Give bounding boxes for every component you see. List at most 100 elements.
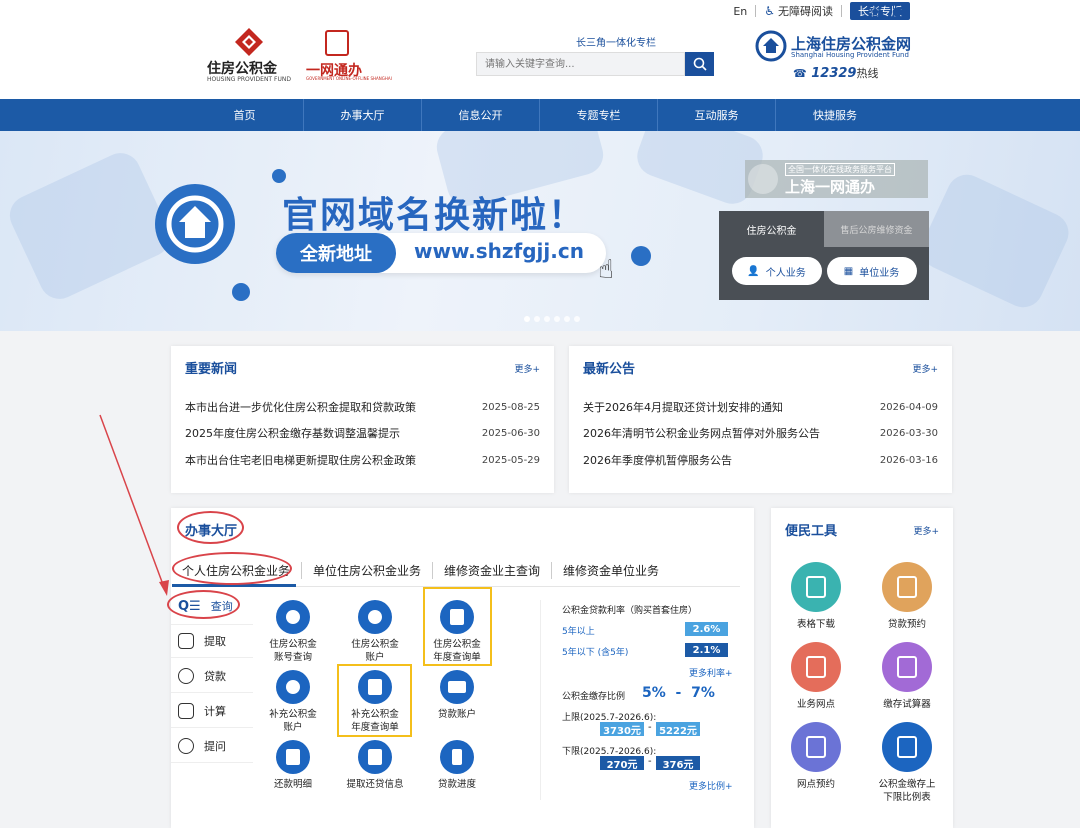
carousel-dots[interactable]	[524, 316, 580, 322]
unit-business-button[interactable]: ▦ 单位业务	[826, 257, 917, 285]
service-withdraw-repay-info[interactable]: 提取还贷信息	[335, 740, 415, 791]
person-icon: 👤	[747, 265, 760, 277]
service-repayment-detail[interactable]: 还款明细	[253, 740, 333, 791]
news-date: 2025-06-30	[481, 427, 540, 439]
delta-column-link[interactable]: 长三角一体化专栏	[576, 34, 656, 49]
calendar-icon	[791, 722, 841, 772]
carousel-dot[interactable]	[564, 316, 570, 322]
notice-item[interactable]: 2026年季度停机暂停服务公告 2026-03-16	[583, 450, 938, 470]
button-label: 单位业务	[859, 267, 900, 279]
banner-url: www.shzfgjj.cn	[414, 239, 584, 263]
main-nav: 首页 办事大厅 信息公开 专题专栏 互动服务 快捷服务	[0, 99, 1080, 131]
card-icon	[440, 670, 474, 704]
carousel-dot[interactable]	[574, 316, 580, 322]
house-calculator-icon	[882, 642, 932, 692]
lower-max-value: 376元	[656, 756, 700, 771]
one-net-logo[interactable]: 一网通办 GOVERNMENT ONLINE-OFFLINE SHANGHAI	[306, 28, 392, 81]
tab-maintenance-fund[interactable]: 售后公房维修资金	[824, 211, 929, 247]
side-label: 提取	[204, 635, 226, 648]
tool-loan-appointment[interactable]: 贷款预约	[867, 562, 947, 631]
one-net-emblem-icon	[325, 30, 349, 56]
tab-unit-maintenance[interactable]: 维修资金单位业务	[552, 562, 670, 579]
nav-interactive[interactable]: 互动服务	[658, 99, 776, 131]
tool-service-outlets[interactable]: 业务网点	[776, 642, 856, 711]
tab-unit-fund[interactable]: 单位住房公积金业务	[302, 561, 434, 579]
tab-housing-fund[interactable]: 住房公积金	[719, 211, 824, 247]
range-dash: -	[648, 756, 652, 767]
question-icon	[178, 737, 194, 754]
checklist-icon	[358, 740, 392, 774]
one-net-emblem-icon	[748, 164, 778, 194]
english-link[interactable]: En	[733, 5, 747, 18]
more-rates-link[interactable]: 更多利率+	[689, 666, 733, 679]
notice-item[interactable]: 2026年清明节公积金业务网点暂停对外服务公告 2026-03-30	[583, 423, 938, 443]
service-label: 住房公积金	[351, 639, 399, 650]
accessibility-link[interactable]: 无障碍阅读	[778, 3, 833, 19]
personal-business-button[interactable]: 👤 个人业务	[731, 257, 822, 285]
weibo-icon[interactable]: ◉	[870, 4, 880, 18]
service-loan-progress[interactable]: 贷款进度	[417, 740, 497, 791]
person-plus-icon	[276, 670, 310, 704]
nav-info-disclosure[interactable]: 信息公开	[422, 99, 540, 131]
ratio-value: 5% - 7%	[642, 685, 715, 701]
carousel-dot[interactable]	[544, 316, 550, 322]
wechat-icon[interactable]: ●	[892, 4, 902, 18]
side-item-withdraw[interactable]: 提取	[171, 624, 253, 658]
hero-banner[interactable]: 官网域名换新啦！ 全新地址 www.shzfgjj.cn ☝ 全国一体化在线政务…	[0, 131, 1080, 331]
more-ratios-link[interactable]: 更多比例+	[689, 779, 733, 792]
person-icon	[358, 600, 392, 634]
house-logo-icon	[155, 184, 235, 264]
news-item[interactable]: 本市出台进一步优化住房公积金提取和贷款政策 2025-08-25	[185, 397, 540, 417]
housing-fund-logo[interactable]: 住房公积金 HOUSING PROVIDENT FUND	[207, 28, 293, 84]
news-title: 重要新闻	[185, 362, 238, 377]
logo-subtitle: HOUSING PROVIDENT FUND	[207, 76, 291, 83]
annotation-oval	[167, 590, 240, 619]
news-item[interactable]: 2025年度住房公积金缴存基数调整温馨提示 2025-06-30	[185, 423, 540, 443]
site-header: En ♿ 无障碍阅读 长者专版 ◉ ● 住房公积金 HOUSING PROVID…	[0, 0, 1080, 99]
tool-deposit-calculator[interactable]: 缴存试算器	[867, 642, 947, 711]
tool-outlet-appointment[interactable]: 网点预约	[776, 722, 856, 791]
search-button[interactable]	[685, 52, 714, 76]
notice-date: 2026-03-30	[879, 427, 938, 439]
service-label: 账号查询	[273, 652, 312, 663]
carousel-dot[interactable]	[554, 316, 560, 322]
one-net-badge[interactable]: 全国一体化在线政务服务平台 上海一网通办	[745, 160, 928, 198]
search-input[interactable]	[476, 52, 685, 76]
news-item[interactable]: 本市出台住宅老旧电梯更新提取住房公积金政策 2025-05-29	[185, 450, 540, 470]
wheelchair-icon[interactable]: ♿	[764, 4, 775, 18]
service-label: 还款明细	[273, 779, 312, 790]
service-fund-account-query[interactable]: 住房公积金 账号查询	[253, 600, 333, 664]
rate-title: 公积金贷款利率（购买首套住房）	[562, 606, 698, 616]
nav-quick-services[interactable]: 快捷服务	[776, 99, 894, 131]
side-item-calculate[interactable]: 计算	[171, 694, 253, 728]
news-more-link[interactable]: 更多+	[514, 362, 540, 375]
nav-service-hall[interactable]: 办事大厅	[304, 99, 422, 131]
notice-item[interactable]: 关于2026年4月提取还贷计划安排的通知 2026-04-09	[583, 397, 938, 417]
decor-dot	[232, 283, 250, 301]
logo-subtitle: GOVERNMENT ONLINE-OFFLINE SHANGHAI	[306, 76, 392, 81]
top-utility-bar: En ♿ 无障碍阅读 长者专版	[733, 2, 910, 20]
service-fund-account[interactable]: 住房公积金 账户	[335, 600, 415, 664]
side-item-loan[interactable]: 贷款	[171, 659, 253, 693]
notice-more-link[interactable]: 更多+	[912, 362, 938, 375]
hotline-label: 热线	[856, 67, 879, 80]
tool-label: 缴存试算器	[883, 699, 931, 710]
tab-owner-query[interactable]: 维修资金业主查询	[433, 561, 553, 579]
tool-deposit-limit-table[interactable]: 公积金缴存上 下限比例表	[867, 722, 947, 804]
nav-home[interactable]: 首页	[186, 99, 304, 131]
brand-subtitle: Shanghai Housing Provident Fund	[791, 51, 909, 59]
nav-special-topics[interactable]: 专题专栏	[540, 99, 658, 131]
table-download-icon	[791, 562, 841, 612]
carousel-dot[interactable]	[534, 316, 540, 322]
carousel-dot[interactable]	[524, 316, 530, 322]
service-supplementary-account[interactable]: 补充公积金 账户	[253, 670, 333, 734]
side-item-ask[interactable]: 提问	[171, 729, 253, 763]
news-date: 2025-05-29	[481, 454, 540, 466]
range-dash: -	[648, 722, 652, 733]
highlight-box	[337, 664, 412, 737]
tool-form-download[interactable]: 表格下载	[776, 562, 856, 631]
tools-more-link[interactable]: 更多+	[913, 524, 939, 537]
shanghai-fund-brand[interactable]: 上海住房公积金网 Shanghai Housing Provident Fund…	[755, 30, 925, 82]
service-loan-account[interactable]: 贷款账户	[417, 670, 497, 721]
hotline: ☎ 12329热线	[793, 65, 878, 81]
